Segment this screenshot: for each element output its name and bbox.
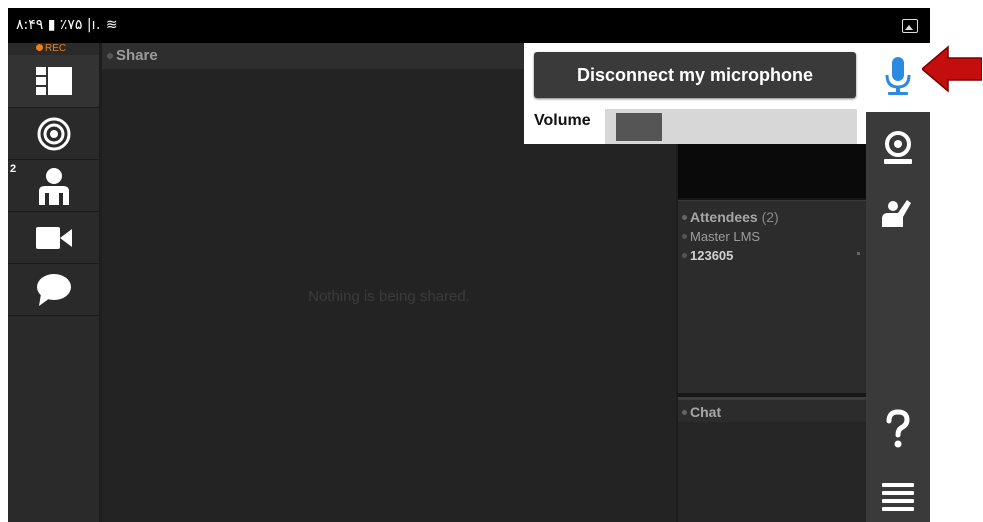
volume-slider[interactable] [605, 109, 857, 144]
status-bar: ۸:۴۹ ▮ ٪۷۵ |ı. ≋ [8, 8, 930, 43]
right-toolbar [866, 43, 930, 522]
attendee-count-badge: 2 [10, 163, 17, 175]
layout-icon [35, 67, 72, 95]
webcam-button[interactable] [880, 131, 916, 165]
chat-header: Chat [678, 400, 866, 420]
status-text: ۸:۴۹ ▮ ٪۷۵ |ı. ≋ [16, 17, 119, 33]
attendees-button[interactable] [8, 161, 99, 212]
microphone-icon [884, 57, 912, 97]
video-button[interactable] [8, 213, 99, 264]
chat-pod: Chat [678, 397, 866, 522]
chat-title: Chat [690, 404, 722, 420]
attendees-count: (2) [761, 209, 779, 225]
recording-indicator: REC [36, 43, 66, 54]
layout-button[interactable] [8, 55, 99, 108]
menu-button[interactable] [882, 483, 914, 513]
status-dot-icon [857, 252, 860, 255]
raise-hand-button[interactable] [880, 193, 916, 229]
attendee-item[interactable]: Master LMS [678, 225, 866, 244]
chat-messages[interactable] [678, 422, 866, 522]
video-feed [678, 143, 866, 198]
video-camera-icon [35, 227, 72, 249]
attendee-name: Master LMS [690, 229, 761, 244]
record-dot-icon [36, 44, 43, 51]
pointer-arrow-icon [922, 45, 982, 93]
help-icon [884, 409, 912, 449]
webcam-icon [880, 131, 916, 165]
person-small-icon [682, 234, 687, 239]
microphone-button[interactable] [866, 43, 930, 112]
left-toolbar: REC 2 [8, 43, 99, 522]
bullet-icon [107, 53, 113, 59]
attendee-name: 123605 [690, 248, 734, 263]
chat-small-icon [682, 410, 687, 415]
volume-label: Volume [534, 112, 591, 129]
attendee-item[interactable]: 123605 [678, 244, 866, 263]
attendees-pod: Attendees (2) Master LMS 123605 [678, 200, 866, 393]
image-notification-icon [902, 19, 918, 33]
app-screen: ۸:۴۹ ▮ ٪۷۵ |ı. ≋ REC 2 Share Nothing is … [8, 8, 930, 522]
attendees-header: Attendees (2) [678, 201, 866, 225]
attendees-title: Attendees [690, 209, 758, 225]
share-title: Share [116, 47, 158, 64]
attendee-icon [37, 167, 71, 205]
person-small-icon [682, 253, 687, 258]
microphone-popup: Disconnect my microphone Volume [524, 43, 866, 144]
chat-bubble-icon [36, 274, 72, 306]
share-empty-message: Nothing is being shared. [308, 288, 470, 305]
menu-icon [882, 483, 914, 513]
disconnect-microphone-button[interactable]: Disconnect my microphone [534, 52, 856, 98]
chat-button[interactable] [8, 265, 99, 316]
help-button[interactable] [884, 409, 912, 449]
rec-label: REC [45, 43, 67, 54]
volume-slider-handle[interactable] [616, 113, 662, 141]
broadcast-icon [37, 117, 71, 151]
broadcast-button[interactable] [8, 109, 99, 160]
person-small-icon [682, 215, 687, 220]
raise-hand-icon [880, 193, 916, 229]
